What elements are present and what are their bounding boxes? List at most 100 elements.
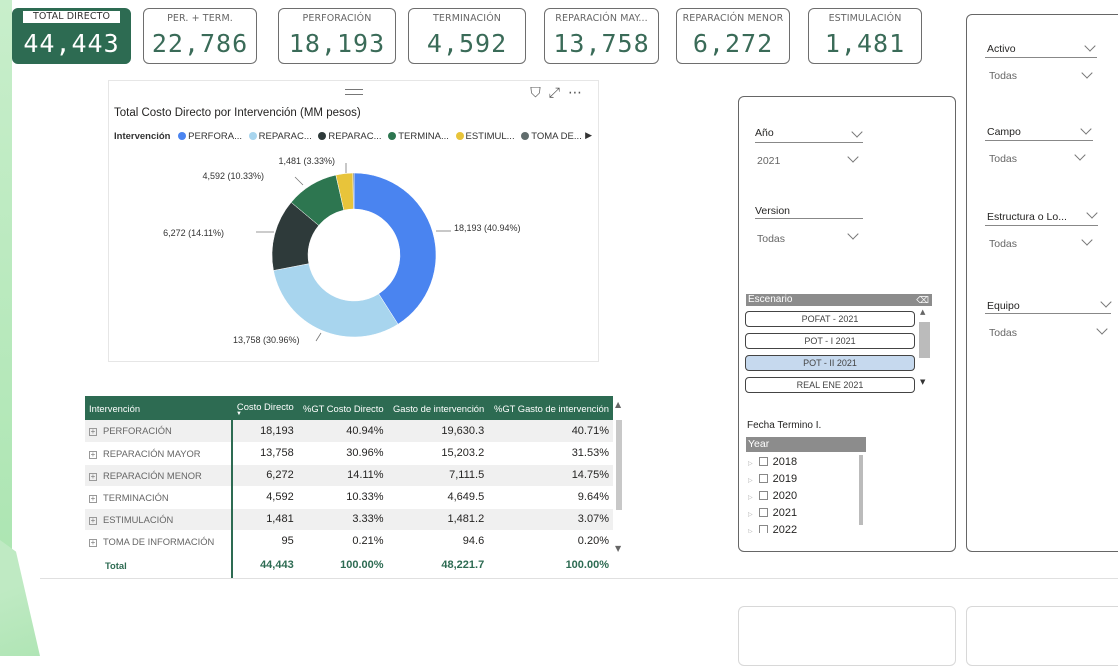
version-label: Version	[755, 205, 791, 217]
table-cell: 94.6	[387, 530, 489, 553]
escenario-option-selected[interactable]: POT - II 2021	[745, 355, 915, 371]
divider	[755, 218, 863, 219]
escenario-header: Escenario ⌫	[746, 294, 932, 306]
table-cell: 1,481.2	[387, 508, 489, 531]
total-label: Total	[85, 551, 232, 579]
scroll-down-icon[interactable]: ▼	[920, 378, 925, 386]
expand-plus-icon[interactable]: +	[89, 450, 97, 459]
table-row[interactable]: + PERFORACIÓN 18,193 40.94% 19,630.3 40.71%	[85, 420, 613, 443]
year-scrollbar[interactable]	[859, 455, 863, 525]
version-dropdown[interactable]: Todas	[757, 233, 785, 245]
row-label-cell: + REPARACIÓN MAYOR	[85, 442, 232, 465]
column-header[interactable]: Costo Directo ▼	[232, 396, 298, 420]
checkbox[interactable]	[758, 525, 768, 533]
fecha-termino-label: Fecha Termino I.	[747, 420, 822, 431]
slice-label: 18,193 (40.94%)	[454, 223, 521, 233]
kpi-value: 1,481	[824, 29, 906, 58]
table-row[interactable]: + TERMINACIÓN 4,592 10.33% 4,649.5 9.64%	[85, 486, 613, 509]
donut-slice[interactable]	[352, 172, 355, 210]
checkbox[interactable]	[758, 491, 768, 500]
kpi-label: TOTAL DIRECTO	[23, 11, 120, 23]
table-cell: 10.33%	[297, 486, 388, 509]
donut-chart-card[interactable]: ⛉⤢⋯ Total Costo Directo por Intervención…	[108, 80, 599, 362]
scroll-up-icon[interactable]: ▲	[920, 308, 925, 316]
donut-chart: 18,193 (40.94%) 13,758 (30.96%) 6,272 (14.…	[163, 156, 521, 345]
year-label: 2021	[772, 507, 798, 519]
expand-icon[interactable]: ▷	[748, 495, 753, 501]
expand-icon[interactable]: ▷	[748, 529, 753, 533]
scroll-up-icon[interactable]: ▲	[615, 400, 621, 409]
expand-icon[interactable]: ▷	[748, 512, 753, 518]
slice-label: 1,481 (3.33%)	[278, 156, 335, 166]
expand-plus-icon[interactable]: +	[89, 494, 97, 503]
table-row[interactable]: + REPARACIÓN MENOR 6,272 14.11% 7,111.5 14.75…	[85, 464, 613, 487]
table-row[interactable]: + TOMA DE INFORMACIÓN 95 0.21% 94.6 0.20%	[85, 530, 613, 553]
table-row[interactable]: + REPARACIÓN MAYOR 13,758 30.96% 15,203.2 31.…	[85, 442, 613, 465]
slice-label: 4,592 (10.33%)	[202, 171, 264, 181]
scroll-down-icon[interactable]: ▼	[615, 544, 621, 553]
expand-icon[interactable]: ▷	[748, 461, 753, 467]
kpi-total-directo[interactable]: TOTAL DIRECTO 44,443	[12, 8, 131, 64]
expand-plus-icon[interactable]: +	[89, 428, 97, 437]
table-cell: 40.94%	[297, 420, 388, 443]
table-cell: 7,111.5	[387, 464, 489, 487]
sort-desc-icon: ▼	[236, 410, 242, 417]
estructura-dropdown[interactable]: Todas	[989, 238, 1017, 250]
year-option[interactable]: ▷ 2018	[748, 456, 797, 468]
table-scrollbar[interactable]: ▲ ▼	[614, 396, 624, 574]
row-label: TERMINACIÓN	[103, 491, 169, 503]
reflection-panel	[738, 606, 956, 666]
table-row[interactable]: + ESTIMULACIÓN 1,481 3.33% 1,481.2 3.07%	[85, 508, 613, 531]
divider	[985, 313, 1111, 314]
year-label: 2018	[772, 456, 798, 468]
kpi-terminacion[interactable]: TERMINACIÓN 4,592	[408, 8, 526, 64]
campo-label: Campo	[987, 126, 1021, 138]
table-cell: 4,649.5	[387, 486, 489, 509]
reflection-panel	[966, 606, 1118, 666]
escenario-scrollbar[interactable]: ▲ ▼	[918, 308, 930, 392]
column-header[interactable]: %GT Gasto de intervención	[488, 396, 613, 420]
expand-plus-icon[interactable]: +	[89, 516, 97, 525]
escenario-option[interactable]: REAL ENE 2021	[745, 377, 915, 393]
table-cell: 14.11%	[297, 464, 388, 487]
donut-slice[interactable]	[273, 263, 399, 338]
year-option[interactable]: ▷ 2022	[748, 524, 797, 533]
estructura-label: Estructura o Lo...	[987, 211, 1067, 223]
anio-label: Año	[755, 127, 774, 139]
campo-dropdown[interactable]: Todas	[989, 153, 1017, 165]
checkbox[interactable]	[758, 474, 768, 483]
column-header[interactable]: %GT Costo Directo	[297, 396, 388, 420]
column-header[interactable]: Intervención	[85, 396, 232, 420]
table-cell: 95	[231, 530, 298, 553]
table-cell: 0.20%	[488, 530, 613, 553]
row-label-cell: + TOMA DE INFORMACIÓN	[85, 530, 232, 553]
total-cell: 44,443	[231, 551, 298, 579]
equipo-dropdown[interactable]: Todas	[989, 327, 1017, 339]
activo-dropdown[interactable]: Todas	[989, 70, 1017, 82]
expand-plus-icon[interactable]: +	[89, 538, 97, 547]
kpi-value: 22,786	[151, 29, 249, 58]
kpi-estimulacion[interactable]: ESTIMULACIÓN 1,481	[808, 8, 922, 64]
column-header[interactable]: Gasto de intervención	[387, 396, 489, 420]
year-option[interactable]: ▷ 2020	[748, 490, 797, 502]
intervention-table: Intervención Costo Directo ▼ %GT Costo Di…	[85, 396, 625, 579]
checkbox[interactable]	[758, 457, 768, 466]
scroll-thumb[interactable]	[616, 420, 622, 510]
anio-dropdown[interactable]: 2021	[757, 155, 780, 167]
expand-icon[interactable]: ▷	[748, 478, 753, 484]
kpi-reparacion-menor[interactable]: REPARACIÓN MENOR 6,272	[676, 8, 790, 64]
table-cell: 19,630.3	[387, 420, 489, 443]
expand-plus-icon[interactable]: +	[89, 472, 97, 481]
scroll-thumb[interactable]	[919, 322, 930, 358]
escenario-option[interactable]: POT - I 2021	[745, 333, 915, 349]
kpi-reparacion-mayor[interactable]: REPARACIÓN MAY... 13,758	[544, 8, 659, 64]
year-option[interactable]: ▷ 2021	[748, 507, 797, 519]
row-label-cell: + TERMINACIÓN	[85, 486, 232, 509]
year-option[interactable]: ▷ 2019	[748, 473, 797, 485]
escenario-option[interactable]: POFAT - 2021	[745, 311, 915, 327]
kpi-per-term[interactable]: PER. + TERM. 22,786	[143, 8, 257, 64]
kpi-perforacion[interactable]: PERFORACIÓN 18,193	[278, 8, 396, 64]
eraser-icon[interactable]: ⌫	[916, 294, 929, 306]
table-cell: 0.21%	[297, 530, 388, 553]
checkbox[interactable]	[758, 508, 768, 517]
